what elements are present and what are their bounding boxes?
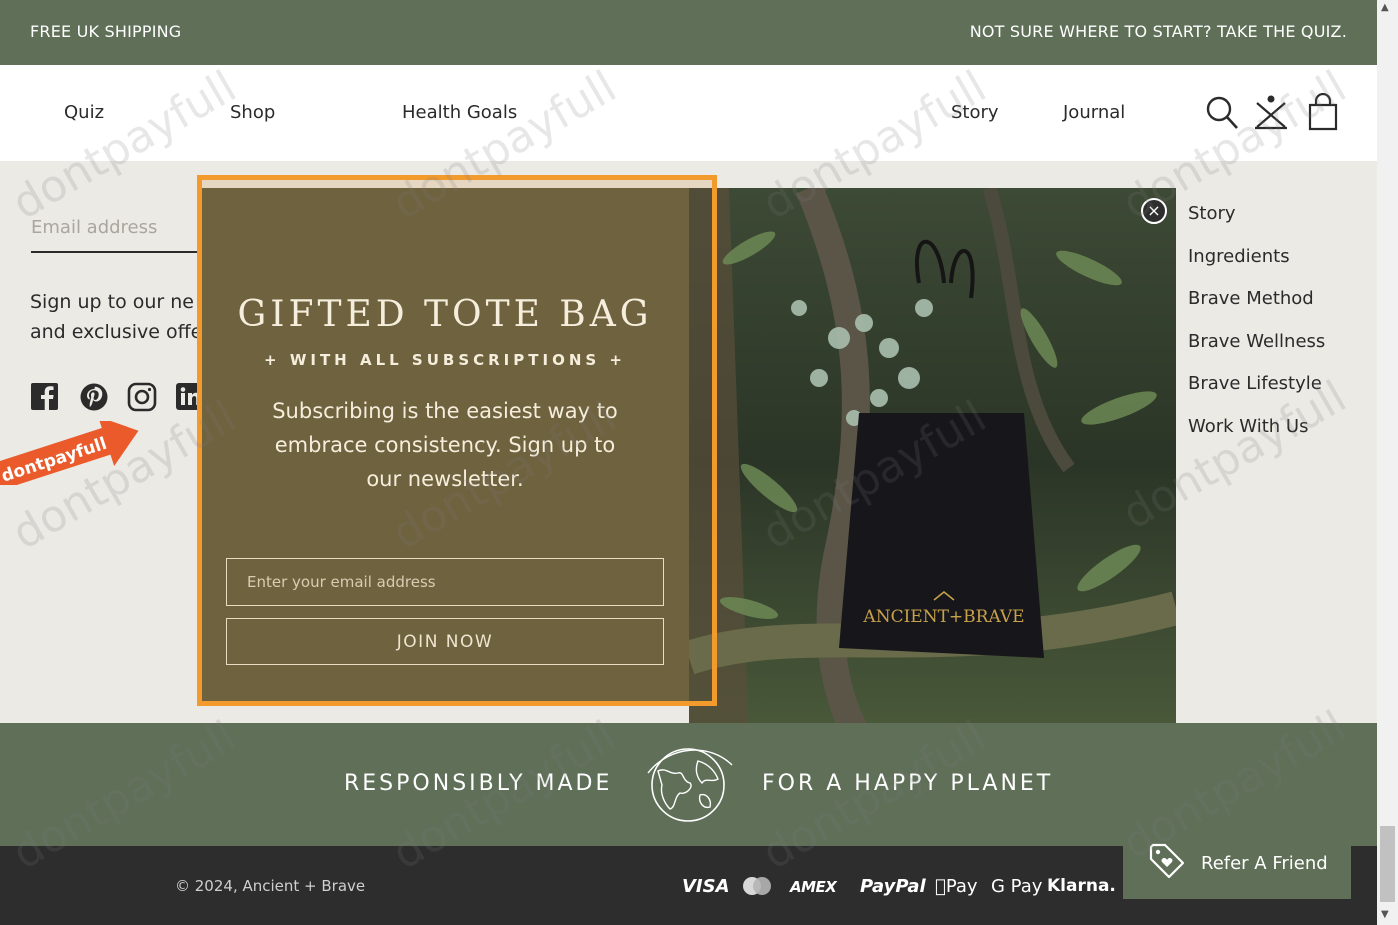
- nav-health-goals[interactable]: Health Goals: [402, 102, 517, 123]
- apple-pay-icon: Pay: [935, 876, 978, 897]
- globe-icon: [647, 748, 733, 822]
- popup-top-strip: [201, 180, 713, 188]
- scrollbar-thumb[interactable]: [1380, 826, 1395, 902]
- announcement-bar: FREE UK SHIPPING NOT SURE WHERE TO START…: [0, 0, 1377, 65]
- footer-signup-text: Sign up to our ne and exclusive offe: [30, 287, 200, 347]
- popup-email-input[interactable]: [226, 558, 664, 606]
- popup-subtitle: + WITH ALL SUBSCRIPTIONS +: [264, 351, 626, 369]
- pinterest-icon[interactable]: [79, 382, 109, 412]
- footer-link-brave-lifestyle[interactable]: Brave Lifestyle: [1188, 373, 1325, 416]
- footer-links: Story Ingredients Brave Method Brave Wel…: [1188, 203, 1325, 459]
- join-now-button[interactable]: JOIN NOW: [226, 618, 664, 665]
- refer-a-friend-button[interactable]: Refer A Friend: [1123, 826, 1351, 899]
- popup-title: GIFTED TOTE BAG: [237, 294, 653, 335]
- band-right-text: FOR A HAPPY PLANET: [762, 771, 1054, 796]
- take-quiz-link[interactable]: NOT SURE WHERE TO START? TAKE THE QUIZ.: [970, 22, 1347, 41]
- scroll-down-arrow[interactable]: ▼: [1381, 909, 1389, 920]
- footer-link-brave-wellness[interactable]: Brave Wellness: [1188, 331, 1325, 374]
- signup-line-2: and exclusive offe: [30, 321, 200, 343]
- account-icon[interactable]: [1253, 93, 1289, 133]
- nav-quiz[interactable]: Quiz: [64, 102, 104, 123]
- footer-email-underline: [31, 251, 201, 253]
- apple-pay-label: Pay: [935, 876, 978, 897]
- paypal-icon: PayPal: [860, 876, 926, 897]
- scroll-up-arrow[interactable]: ▲: [1381, 2, 1389, 13]
- nav-shop[interactable]: Shop: [230, 102, 275, 123]
- popup-description: Subscribing is the easiest way to embrac…: [272, 399, 618, 491]
- nav-story[interactable]: Story: [951, 102, 999, 123]
- visa-icon: VISA: [682, 876, 730, 897]
- newsletter-popup: GIFTED TOTE BAG + WITH ALL SUBSCRIPTIONS…: [201, 188, 689, 705]
- klarna-icon: Klarna.: [1047, 876, 1116, 896]
- main-nav: Quiz Shop Health Goals Story Journal: [0, 65, 1377, 161]
- cart-icon[interactable]: [1305, 93, 1341, 133]
- bag-brand-text: ANCIENT+BRAVE: [862, 607, 1024, 627]
- footer-email-field[interactable]: Email address: [31, 217, 157, 238]
- search-icon[interactable]: [1204, 93, 1240, 133]
- instagram-icon[interactable]: [127, 382, 157, 412]
- google-pay-icon: G Pay: [991, 876, 1043, 897]
- mastercard-icon: [743, 877, 771, 895]
- footer-link-story[interactable]: Story: [1188, 203, 1325, 246]
- signup-line-1: Sign up to our ne: [30, 291, 194, 313]
- amex-icon: AMEX: [790, 878, 837, 896]
- tag-heart-icon: [1149, 843, 1185, 879]
- footer-link-ingredients[interactable]: Ingredients: [1188, 246, 1325, 289]
- footer-link-brave-method[interactable]: Brave Method: [1188, 288, 1325, 331]
- facebook-icon[interactable]: [30, 382, 60, 412]
- popup-close-button[interactable]: ×: [1141, 198, 1167, 224]
- band-left-text: RESPONSIBLY MADE: [344, 771, 613, 796]
- promo-ribbon-arrow: dontpayfull: [0, 421, 139, 485]
- refer-a-friend-label: Refer A Friend: [1201, 853, 1328, 874]
- page-scrollbar[interactable]: ▲ ▼: [1377, 0, 1398, 925]
- free-shipping-text: FREE UK SHIPPING: [30, 22, 182, 41]
- tote-bag-photo: ANCIENT+BRAVE: [689, 188, 1176, 737]
- nav-journal[interactable]: Journal: [1063, 102, 1125, 123]
- copyright-text: © 2024, Ancient + Brave: [175, 877, 366, 895]
- footer-link-work-with-us[interactable]: Work With Us: [1188, 416, 1325, 459]
